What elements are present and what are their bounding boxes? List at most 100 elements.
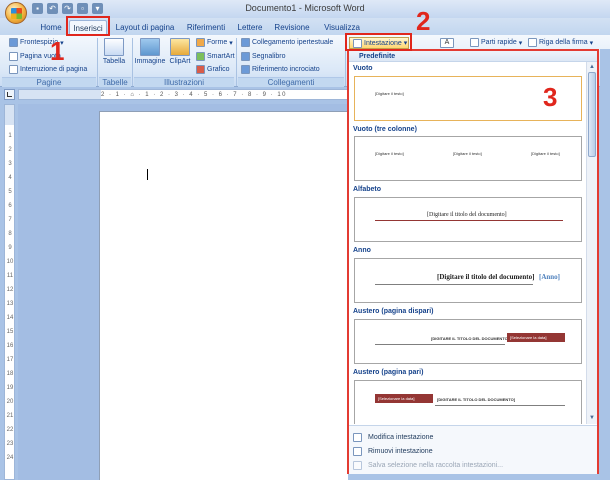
rule-line — [375, 284, 533, 285]
gallery-scrollbar[interactable]: ▲ ▼ — [586, 62, 597, 424]
vertical-ruler-tick: 13 — [6, 301, 14, 307]
scroll-up-icon[interactable]: ▲ — [588, 63, 596, 71]
vertical-ruler-tick: 14 — [6, 315, 14, 321]
vertical-ruler-tick: 16 — [6, 343, 14, 349]
riga-firma-button[interactable]: Riga della firma ▾ — [528, 38, 593, 47]
shapes-icon — [196, 38, 205, 47]
gallery-item-label: Anno — [353, 247, 371, 254]
scroll-thumb[interactable] — [588, 72, 596, 157]
rule-line — [375, 220, 563, 221]
gallery-item-austero-pari[interactable]: [Selezionare la data] [DIGITARE IL TITOL… — [354, 380, 582, 424]
window-title: Documento1 - Microsoft Word — [245, 3, 365, 13]
tabella-button-label[interactable]: Tabella — [100, 58, 128, 65]
table-icon[interactable] — [104, 38, 124, 56]
segnalibro-button[interactable]: Segnalibro — [241, 52, 285, 61]
hyperlink-button[interactable]: Collegamento ipertestuale — [241, 38, 333, 47]
smartart-button[interactable]: SmartArt — [196, 52, 235, 61]
gallery-item-alfabeto[interactable]: [Digitare il titolo del documento] — [354, 197, 582, 242]
annotation-step-3: 3 — [543, 82, 558, 112]
parti-rapide-button[interactable]: Parti rapide ▾ — [470, 38, 522, 47]
tab-riferimenti[interactable]: Riferimenti — [183, 20, 229, 35]
interruzione-button[interactable]: Interruzione di pagina — [9, 65, 87, 74]
grafico-button[interactable]: Grafico — [196, 65, 230, 74]
scroll-down-icon[interactable]: ▼ — [588, 414, 596, 422]
vertical-ruler-tick: 23 — [6, 441, 14, 447]
bookmark-icon — [241, 52, 250, 61]
gallery-item-austero-dispari[interactable]: [DIGITARE IL TITOLO DEL DOCUMENTO] [Sele… — [354, 319, 582, 364]
rule-line — [435, 405, 565, 406]
remove-header-icon — [353, 447, 362, 456]
page-break-icon — [9, 65, 18, 74]
gallery-item-vuoto-tre-colonne[interactable]: [Digitare il testo] [Digitare il testo] … — [354, 136, 582, 181]
rule-line — [375, 344, 505, 345]
vertical-ruler[interactable]: 1 2 3 4 5 6 7 8 9 10 11 12 13 14 15 16 17 18 19 20 21 22 23 24 — [4, 104, 15, 480]
gallery-item-label: Vuoto (tre colonne) — [353, 126, 417, 133]
vertical-ruler-tick: 17 — [6, 357, 14, 363]
immagine-button-label[interactable]: Immagine — [134, 58, 166, 65]
text-cursor — [147, 169, 148, 180]
gallery-item-label: Alfabeto — [353, 186, 381, 193]
annotation-step-1: 1 — [50, 36, 65, 66]
vertical-ruler-ticks: 1 2 3 4 5 6 7 8 9 10 11 12 13 14 15 16 17 18 19 20 21 22 23 24 — [6, 129, 14, 465]
vertical-ruler-tick: 22 — [6, 427, 14, 433]
clipart-icon[interactable] — [170, 38, 190, 56]
document-page[interactable] — [99, 111, 348, 480]
gallery-item-label: Vuoto — [353, 65, 373, 72]
cross-reference-icon — [241, 65, 250, 74]
gallery-list: Vuoto [Digitare il testo] Vuoto (tre col… — [349, 62, 586, 424]
cover-page-icon — [9, 38, 18, 47]
salva-selezione-item[interactable]: Salva selezione nella raccolta intestazi… — [353, 459, 593, 472]
tab-layout[interactable]: Layout di pagina — [113, 20, 177, 35]
group-label-illustrazioni: Illustrazioni — [134, 77, 234, 87]
vertical-ruler-tick: 5 — [8, 189, 12, 195]
vertical-ruler-tick: 6 — [8, 203, 12, 209]
riferimento-incrociato-button[interactable]: Riferimento incrociato — [241, 65, 320, 74]
vertical-ruler-tick: 10 — [6, 259, 14, 265]
gallery-item-label: Austero (pagina pari) — [353, 369, 424, 376]
annotation-box-inserisci — [66, 16, 110, 36]
group-label-collegamenti: Collegamenti — [238, 77, 344, 87]
header-gallery: Predefinite Vuoto [Digitare il testo] Vu… — [347, 49, 599, 474]
vertical-ruler-tick: 3 — [8, 161, 12, 167]
office-button[interactable] — [5, 2, 27, 24]
vertical-ruler-tick: 18 — [6, 371, 14, 377]
vertical-ruler-tick: 7 — [8, 217, 12, 223]
vertical-ruler-tick: 12 — [6, 287, 14, 293]
tab-lettere[interactable]: Lettere — [235, 20, 265, 35]
tab-selector[interactable] — [4, 89, 15, 100]
gallery-header: Predefinite — [349, 51, 597, 62]
chart-icon — [196, 65, 205, 74]
forme-button[interactable]: Forme ▾ — [196, 38, 233, 47]
group-separator — [132, 38, 133, 86]
gallery-item-anno[interactable]: [Digitare il titolo del documento] [Anno… — [354, 258, 582, 303]
group-label-pagine: Pagine — [2, 77, 96, 87]
tab-home[interactable]: Home — [36, 20, 66, 35]
vertical-ruler-tick: 21 — [6, 413, 14, 419]
gallery-item-label: Austero (pagina dispari) — [353, 308, 434, 315]
window-edge — [600, 49, 610, 480]
vertical-ruler-tick: 1 — [8, 133, 12, 139]
rimuovi-intestazione-item[interactable]: Rimuovi intestazione — [353, 445, 593, 458]
clipart-button-label[interactable]: ClipArt — [166, 58, 194, 65]
annotation-step-2: 2 — [416, 6, 431, 36]
office-logo-icon — [11, 8, 22, 19]
edit-header-icon — [353, 433, 362, 442]
modifica-intestazione-item[interactable]: Modifica intestazione — [353, 431, 593, 444]
horizontal-ruler[interactable]: 2 · 1 · ⌂ · 1 · 2 · 3 · 4 · 5 · 6 · 7 · … — [18, 89, 348, 100]
smartart-icon — [196, 52, 205, 61]
vertical-ruler-tick: 19 — [6, 385, 14, 391]
vertical-ruler-tick: 2 — [8, 147, 12, 153]
group-separator — [97, 38, 98, 86]
tab-revisione[interactable]: Revisione — [272, 20, 312, 35]
gallery-footer: Modifica intestazione Rimuovi intestazio… — [349, 425, 597, 474]
textbox-icon[interactable]: A — [440, 38, 454, 48]
quick-parts-icon — [470, 38, 479, 47]
blank-page-icon — [9, 52, 18, 61]
vertical-ruler-tick: 15 — [6, 329, 14, 335]
vertical-ruler-tick: 9 — [8, 245, 12, 251]
group-separator — [236, 38, 237, 86]
vertical-ruler-tick: 20 — [6, 399, 14, 405]
group-label-tabelle: Tabelle — [99, 77, 131, 87]
image-icon[interactable] — [140, 38, 160, 56]
vertical-ruler-tick: 11 — [6, 273, 14, 279]
